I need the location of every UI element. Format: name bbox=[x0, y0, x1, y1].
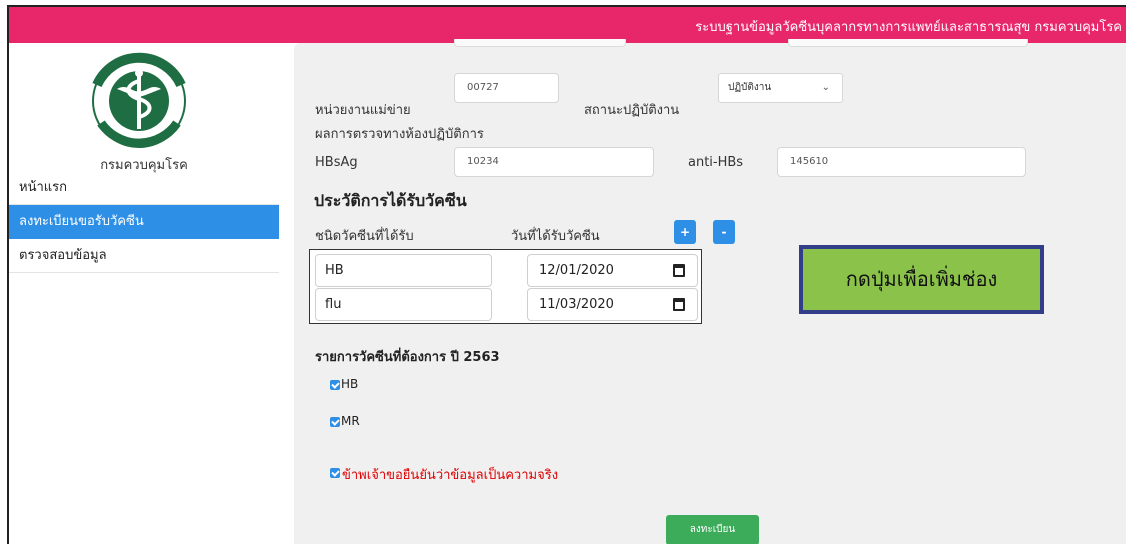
antihbs-field[interactable]: 145610 bbox=[777, 147, 1026, 177]
parent-unit-field[interactable]: 00727 bbox=[454, 73, 559, 103]
add-row-button[interactable]: + bbox=[674, 220, 696, 244]
hb-checkbox[interactable] bbox=[330, 380, 340, 390]
calendar-icon[interactable] bbox=[673, 298, 685, 311]
sidebar-item-register[interactable]: ลงทะเบียนขอรับวัคซีน bbox=[9, 205, 279, 239]
sidebar-item-check-data[interactable]: ตรวจสอบข้อมูล bbox=[9, 239, 279, 273]
mr-checkbox[interactable] bbox=[330, 417, 340, 427]
sidebar: กรมควบคุมโรค หน้าแรก ลงทะเบียนขอรับวัคซี… bbox=[9, 43, 279, 544]
vaccine-date-column-header: วันที่ได้รับวัคซีน bbox=[511, 229, 600, 244]
confirm-checkbox[interactable] bbox=[330, 468, 340, 478]
requested-vaccines-title: รายการวัคซีนที่ต้องการ ปี 2563 bbox=[315, 350, 500, 365]
vaccine-history-table: HB 12/01/2020 flu 11/03/2020 bbox=[309, 249, 702, 324]
vaccine-date-field[interactable]: 12/01/2020 bbox=[527, 254, 698, 287]
sidebar-nav: หน้าแรก ลงทะเบียนขอรับวัคซีน ตรวจสอบข้อม… bbox=[9, 175, 279, 273]
scrolled-field-top bbox=[788, 39, 1028, 47]
org-name: กรมควบคุมโรค bbox=[100, 158, 188, 173]
calendar-icon[interactable] bbox=[673, 264, 685, 277]
mr-checkbox-label: MR bbox=[341, 414, 360, 428]
main-form-panel: หน่วยงานแม่ข่าย 00727 สถานะปฏิบัติงาน ปฏ… bbox=[294, 39, 1126, 544]
vaccine-type-column-header: ชนิดวัคซีนที่ได้รับ bbox=[315, 229, 414, 244]
instruction-callout: กดปุ่มเพื่อเพิ่มช่อง bbox=[799, 245, 1044, 314]
confirm-checkbox-label: ข้าพเจ้าขอยืนยันว่าข้อมูลเป็นความจริง bbox=[342, 468, 559, 483]
sidebar-item-home[interactable]: หน้าแรก bbox=[9, 175, 279, 205]
hbsag-label: HBsAg bbox=[315, 155, 358, 170]
vaccine-date-value: 12/01/2020 bbox=[539, 263, 614, 278]
system-title: ระบบฐานข้อมูลวัคซีนบุคลากรทางการแพทย์และ… bbox=[695, 20, 1122, 35]
register-button[interactable]: ลงทะเบียน bbox=[666, 515, 759, 544]
top-bar: ระบบฐานข้อมูลวัคซีนบุคลากรทางการแพทย์และ… bbox=[9, 7, 1126, 43]
vaccine-date-value: 11/03/2020 bbox=[539, 297, 614, 312]
scrolled-field-top bbox=[454, 39, 626, 47]
vaccine-type-field[interactable]: HB bbox=[315, 254, 492, 287]
vaccine-history-title: ประวัติการได้รับวัคซีน bbox=[314, 191, 467, 210]
vaccine-type-field[interactable]: flu bbox=[315, 288, 492, 321]
app-frame: ระบบฐานข้อมูลวัคซีนบุคลากรทางการแพทย์และ… bbox=[7, 5, 1126, 544]
hb-checkbox-label: HB bbox=[341, 377, 359, 391]
callout-text: กดปุ่มเพื่อเพิ่มช่อง bbox=[803, 249, 1040, 310]
ministry-seal-icon bbox=[77, 47, 201, 159]
work-status-label: สถานะปฏิบัติงาน bbox=[584, 103, 680, 118]
ministry-logo bbox=[77, 47, 201, 159]
parent-unit-label: หน่วยงานแม่ข่าย bbox=[315, 103, 411, 118]
hbsag-field[interactable]: 10234 bbox=[454, 147, 654, 177]
lab-results-label: ผลการตรวจทางห้องปฏิบัติการ bbox=[315, 127, 484, 142]
antihbs-label: anti-HBs bbox=[688, 155, 744, 170]
work-status-select[interactable]: ปฏิบัติงาน ⌄ bbox=[718, 73, 843, 103]
vaccine-date-field[interactable]: 11/03/2020 bbox=[527, 288, 698, 321]
remove-row-button[interactable]: - bbox=[713, 220, 735, 244]
work-status-value: ปฏิบัติงาน bbox=[728, 82, 772, 93]
chevron-down-icon: ⌄ bbox=[821, 82, 830, 93]
